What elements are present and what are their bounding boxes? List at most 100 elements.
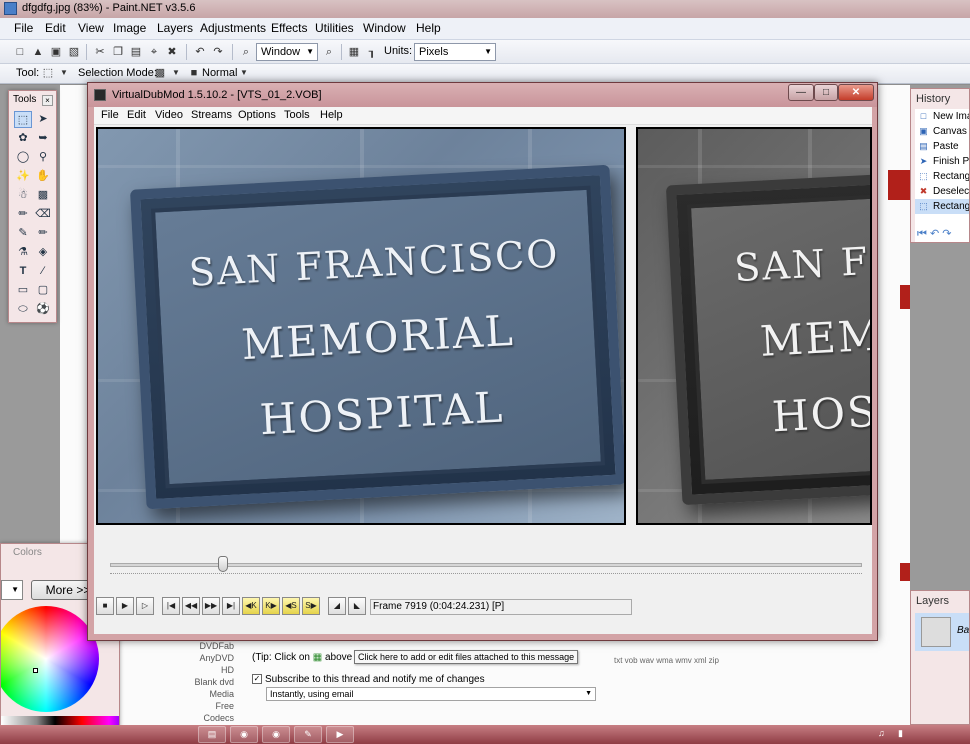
color-picker-icon[interactable]: ✏	[34, 225, 52, 242]
redo-icon[interactable]: ↷	[942, 228, 951, 240]
next-frame-icon[interactable]: ▶▶	[202, 597, 220, 615]
previous-frame-icon[interactable]: ◀◀	[182, 597, 200, 615]
history-item[interactable]: ➤ Finish Pix	[915, 154, 969, 169]
paintnet-taskbar-icon[interactable]: ✎	[294, 726, 322, 743]
chevron-down-icon[interactable]: ▼	[56, 65, 72, 81]
deselect-icon[interactable]: ✖	[164, 44, 180, 60]
play-input-icon[interactable]: ▶	[116, 597, 134, 615]
input-video-pane[interactable]: SAN FRANCISCO MEMORIAL HOSPITAL	[96, 127, 626, 525]
cut-icon[interactable]: ✂	[92, 44, 108, 60]
firefox-taskbar-icon[interactable]: ◉	[262, 726, 290, 743]
scene-back-icon[interactable]: ◀S	[282, 597, 300, 615]
vdm-menu-edit[interactable]: Edit	[125, 109, 148, 121]
history-item-selected[interactable]: ⬚ Rectangl	[915, 199, 969, 214]
move-selection-icon[interactable]: ➤	[34, 111, 52, 128]
pencil-icon[interactable]: ✎	[14, 225, 32, 242]
ellipse-shape-icon[interactable]: ⬭	[14, 301, 32, 318]
color-wheel[interactable]	[1, 606, 99, 712]
rewind-icon[interactable]: ⏮	[917, 228, 927, 240]
freeform-shape-icon[interactable]: ⚽	[34, 301, 52, 318]
line-curve-icon[interactable]: ∕	[34, 263, 52, 280]
mark-out-icon[interactable]: ◣	[348, 597, 366, 615]
save-icon[interactable]: ▣	[48, 44, 64, 60]
lasso-select-icon[interactable]: ✿	[14, 130, 32, 147]
web-sidebar-item[interactable]: AnyDVD HD	[186, 652, 234, 676]
web-sidebar-item[interactable]: Blank dvd	[186, 676, 234, 688]
history-item[interactable]: ▤ Paste	[915, 139, 969, 154]
web-sidebar-item[interactable]: DVDFab	[186, 640, 234, 652]
history-item[interactable]: ▣ Canvas S	[915, 124, 969, 139]
vdm-menu-help[interactable]: Help	[318, 109, 345, 121]
move-selected-icon[interactable]: ➥	[34, 130, 52, 147]
undo-icon[interactable]: ↶	[930, 228, 939, 240]
menu-window[interactable]: Window	[361, 21, 408, 35]
vdm-menu-options[interactable]: Options	[236, 109, 278, 121]
menu-layers[interactable]: Layers	[155, 21, 195, 35]
tray-volume-icon[interactable]: ♫	[878, 728, 885, 738]
media-player-taskbar-icon[interactable]: ◉	[230, 726, 258, 743]
vdm-menu-streams[interactable]: Streams	[189, 109, 234, 121]
clone-stamp-icon[interactable]: ⚗	[14, 244, 32, 261]
stop-icon[interactable]: ■	[96, 597, 114, 615]
ellipse-select-icon[interactable]: ◯	[14, 149, 32, 166]
menu-effects[interactable]: Effects	[269, 21, 309, 35]
scene-forward-icon[interactable]: S▶	[302, 597, 320, 615]
go-to-start-icon[interactable]: |◀	[162, 597, 180, 615]
blend-mode-value[interactable]: Normal	[202, 67, 237, 79]
menu-help[interactable]: Help	[414, 21, 443, 35]
gradient-icon[interactable]: ▩	[34, 187, 52, 204]
zoom-icon[interactable]: ⚲	[34, 149, 52, 166]
virtualdub-taskbar-icon[interactable]: ▶	[326, 726, 354, 743]
eraser-icon[interactable]: ⌫	[34, 206, 52, 223]
copy-icon[interactable]: ❐	[110, 44, 126, 60]
rectangle-shape-icon[interactable]: ▭	[14, 282, 32, 299]
open-file-icon[interactable]: ▲	[30, 44, 46, 60]
recolor-icon[interactable]: ◈	[34, 244, 52, 261]
vdm-menu-file[interactable]: File	[99, 109, 121, 121]
color-wheel-cursor[interactable]	[33, 668, 38, 673]
crop-to-selection-icon[interactable]: ⌖	[146, 44, 162, 60]
chevron-down-icon[interactable]: ▼	[236, 65, 252, 81]
vdm-menu-tools[interactable]: Tools	[282, 109, 312, 121]
web-sidebar-item[interactable]: Media	[186, 688, 234, 700]
go-to-end-icon[interactable]: ▶|	[222, 597, 240, 615]
explorer-taskbar-icon[interactable]: ▤	[198, 726, 226, 743]
history-item[interactable]: ✖ Deselect	[915, 184, 969, 199]
color-mode-dropdown[interactable]: ▼	[1, 580, 23, 600]
print-icon[interactable]: ▧	[66, 44, 82, 60]
tray-network-icon[interactable]: ▮	[898, 728, 903, 739]
grid-icon[interactable]: ▦	[346, 44, 362, 60]
vdm-menu-video[interactable]: Video	[153, 109, 185, 121]
rectangle-select-icon[interactable]: ⬚	[14, 111, 32, 128]
maximize-button[interactable]: □	[814, 84, 838, 101]
mark-in-icon[interactable]: ◢	[328, 597, 346, 615]
subscribe-option[interactable]: ✓ Subscribe to this thread and notify me …	[252, 674, 485, 685]
menu-adjustments[interactable]: Adjustments	[198, 21, 268, 35]
menu-image[interactable]: Image	[111, 21, 148, 35]
seek-bar-thumb[interactable]	[217, 556, 228, 572]
paperclip-icon[interactable]: ▦	[313, 652, 322, 663]
new-file-icon[interactable]: □	[12, 44, 28, 60]
undo-icon[interactable]: ↶	[192, 44, 208, 60]
history-item[interactable]: □ New Imag	[915, 109, 969, 124]
zoom-out-icon[interactable]: ⌕	[238, 44, 254, 60]
redo-icon[interactable]: ↷	[210, 44, 226, 60]
ruler-icon[interactable]: ┒	[364, 44, 380, 60]
previous-keyframe-icon[interactable]: ◀K	[242, 597, 260, 615]
history-item[interactable]: ⬚ Rectangl	[915, 169, 969, 184]
zoom-in-icon[interactable]: ⌕	[321, 44, 337, 60]
menu-edit[interactable]: Edit	[43, 21, 68, 35]
blend-mode-icon[interactable]: ■	[186, 65, 202, 81]
next-keyframe-icon[interactable]: K▶	[262, 597, 280, 615]
menu-utilities[interactable]: Utilities	[313, 21, 356, 35]
minimize-button[interactable]: —	[788, 84, 814, 101]
paint-bucket-icon[interactable]: ☃	[14, 187, 32, 204]
pan-icon[interactable]: ✋	[34, 168, 52, 185]
menu-file[interactable]: File	[12, 21, 35, 35]
units-combo[interactable]: Pixels ▼	[414, 43, 496, 61]
rectangle-select-icon[interactable]: ⬚	[40, 65, 56, 81]
paste-icon[interactable]: ▤	[128, 44, 144, 60]
paintbrush-icon[interactable]: ✏	[14, 206, 32, 223]
output-video-pane[interactable]: SAN FR MEM HOS	[636, 127, 872, 525]
web-sidebar-item[interactable]: Free Codecs	[186, 700, 234, 724]
